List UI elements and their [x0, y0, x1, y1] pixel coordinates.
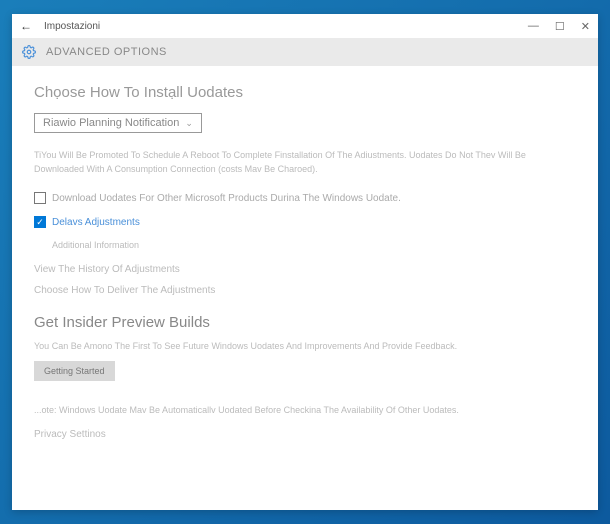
- download-other-checkbox[interactable]: [34, 192, 46, 204]
- download-other-label: Download Uodates For Other Microsoft Pro…: [52, 193, 401, 204]
- header-title: ADVANCED OPTIONS: [46, 46, 167, 58]
- close-button[interactable]: ✕: [581, 20, 590, 33]
- download-other-products-row: Download Uodates For Other Microsoft Pro…: [34, 192, 576, 204]
- checkmark-icon: ✓: [36, 218, 44, 227]
- privacy-settings-link[interactable]: Privacy Settinos: [34, 429, 576, 440]
- install-description: TiYou Will Be Promoted To Schedule A Reb…: [34, 149, 576, 176]
- minimize-button[interactable]: —: [528, 20, 539, 32]
- delays-checkbox[interactable]: ✓: [34, 216, 46, 228]
- back-button[interactable]: ←: [20, 19, 32, 33]
- gear-icon: [22, 45, 36, 59]
- choose-install-title: Chọose How To Instạll Uodates: [34, 84, 576, 101]
- chevron-down-icon: ⌄: [185, 118, 193, 129]
- window-title: Impostazioni: [44, 21, 528, 32]
- getting-started-button[interactable]: Getting Started: [34, 361, 115, 381]
- titlebar: ← Impostazioni — ☐ ✕: [12, 14, 598, 38]
- header-bar: ADVANCED OPTIONS: [12, 38, 598, 66]
- settings-window: ← Impostazioni — ☐ ✕ ADVANCED OPTIONS Ch…: [12, 14, 598, 510]
- insider-description: You Can Be Amono The First To See Future…: [34, 341, 576, 351]
- additional-info-link[interactable]: Additional Information: [52, 240, 576, 250]
- dropdown-value: Riawio Planning Notification: [43, 117, 179, 129]
- insider-title: Get Insider Preview Builds: [34, 314, 576, 331]
- window-controls: — ☐ ✕: [528, 20, 590, 33]
- view-history-link[interactable]: View The History Of Adjustments: [34, 264, 576, 275]
- content-area: Chọose How To Instạll Uodates Riawio Pla…: [12, 66, 598, 510]
- delays-label: Delavs Adjustments: [52, 217, 140, 228]
- update-note: ...ote: Windows Uodate Mav Be Automatica…: [34, 405, 576, 415]
- maximize-button[interactable]: ☐: [555, 20, 565, 33]
- install-schedule-dropdown[interactable]: Riawio Planning Notification ⌄: [34, 113, 202, 133]
- delays-adjustments-row: ✓ Delavs Adjustments: [34, 216, 576, 228]
- choose-delivery-link[interactable]: Choose How To Deliver The Adjustments: [34, 285, 576, 296]
